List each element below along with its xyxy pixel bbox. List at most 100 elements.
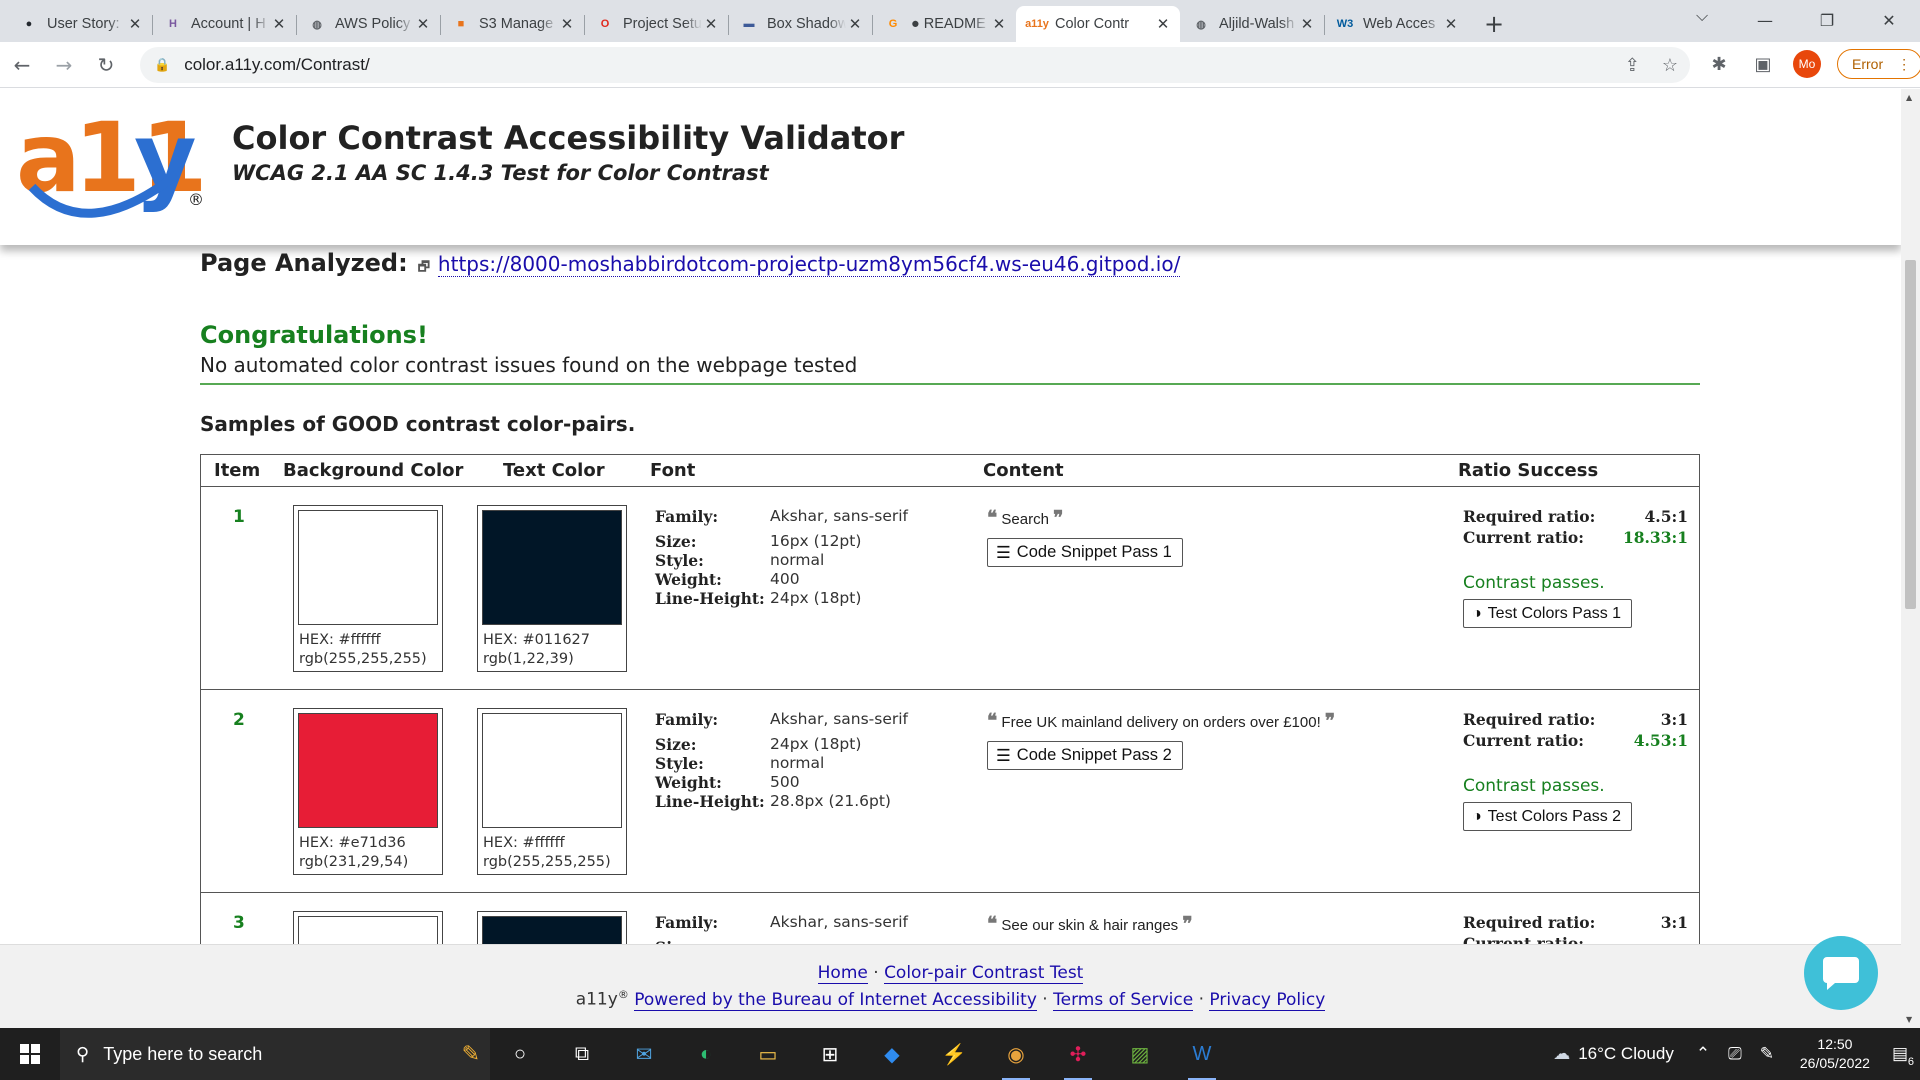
- footer-privacy-link[interactable]: Privacy Policy: [1209, 989, 1326, 1011]
- error-button[interactable]: Error ⋮: [1837, 49, 1920, 79]
- footer-home-link[interactable]: Home: [817, 963, 868, 984]
- browser-tab[interactable]: O Project Setu ✕: [584, 6, 728, 42]
- scroll-down-icon[interactable]: ▼: [1906, 1015, 1912, 1024]
- a11y-icon: a11y: [1025, 18, 1049, 30]
- mail-icon[interactable]: ✉: [624, 1036, 664, 1072]
- share-icon[interactable]: ⇪: [1625, 55, 1640, 76]
- browser-tab[interactable]: ● User Story: ✕: [8, 6, 152, 42]
- scroll-up-icon[interactable]: ▲: [1906, 93, 1912, 102]
- browser-tab[interactable]: ◍ AWS Policy ✕: [296, 6, 440, 42]
- close-tab-icon[interactable]: ✕: [126, 15, 144, 33]
- edge-icon[interactable]: ◐: [686, 1036, 726, 1072]
- browser-toolbar: ← → ↻ 🔒 color.a11y.com/Contrast/ ⇪ ☆ ✱ ▣…: [0, 42, 1920, 88]
- file-explorer-icon[interactable]: ▭: [748, 1036, 788, 1072]
- font-family-label: Family:: [655, 710, 719, 729]
- close-tab-icon[interactable]: ✕: [1154, 15, 1172, 33]
- content-sample: ❝ Free UK mainland delivery on orders ov…: [987, 710, 1335, 732]
- word-icon[interactable]: W: [1182, 1036, 1222, 1080]
- ms-store-icon[interactable]: ⊞: [810, 1036, 850, 1072]
- tray-chevron-icon[interactable]: ⌃: [1696, 1044, 1710, 1064]
- cortana-icon[interactable]: ○: [500, 1036, 540, 1072]
- test-colors-button[interactable]: ◑ Test Colors Pass 1: [1463, 599, 1633, 628]
- task-view-icon[interactable]: ⧉: [562, 1036, 602, 1072]
- address-bar[interactable]: 🔒 color.a11y.com/Contrast/ ⇪ ☆: [140, 47, 1690, 83]
- weather-text[interactable]: 16°C Cloudy: [1578, 1044, 1674, 1064]
- site-footer: Home · Color-pair Contrast Test a11y® Po…: [0, 944, 1901, 1028]
- close-tab-icon[interactable]: ✕: [558, 15, 576, 33]
- forward-icon[interactable]: →: [44, 45, 84, 85]
- code-snippet-button[interactable]: ☰ Code Snippet Pass 2: [987, 741, 1183, 770]
- footer-contrast-test-link[interactable]: Color-pair Contrast Test: [884, 963, 1084, 984]
- device-icon[interactable]: ⎚: [1728, 1044, 1742, 1064]
- text-swatch: [482, 510, 622, 625]
- browser-tab[interactable]: ◍ Aljild-Walsh ✕: [1180, 6, 1324, 42]
- close-tab-icon[interactable]: ✕: [270, 15, 288, 33]
- analyzed-url-link[interactable]: https://8000-moshabbirdotcom-projectp-uz…: [437, 252, 1181, 277]
- browser-tab[interactable]: ■ S3 Manage ✕: [440, 6, 584, 42]
- scrollbar-thumb[interactable]: [1905, 260, 1916, 609]
- col-font: Font: [650, 460, 696, 481]
- page-analyzed-label: Page Analyzed:: [200, 249, 408, 277]
- code-snippet-button[interactable]: ☰ Code Snippet Pass 1: [987, 538, 1183, 567]
- tab-title: Web Acces: [1363, 16, 1436, 32]
- browser-tab[interactable]: H Account | H ✕: [152, 6, 296, 42]
- col-text: Text Color: [503, 460, 605, 481]
- reload-icon[interactable]: ↻: [86, 45, 126, 85]
- back-icon[interactable]: ←: [2, 45, 42, 85]
- results-table: Item Background Color Text Color Font Co…: [200, 454, 1700, 1028]
- a11y-logo[interactable]: a 11 y ®: [16, 105, 206, 233]
- page-scrollbar[interactable]: ▲ ▼: [1901, 89, 1920, 1028]
- clock[interactable]: 12:50 26/05/2022: [1790, 1035, 1880, 1073]
- close-tab-icon[interactable]: ✕: [990, 15, 1008, 33]
- bookmark-star-icon[interactable]: ☆: [1662, 55, 1678, 76]
- text-hex: HEX: #011627: [483, 632, 590, 648]
- dropbox-icon[interactable]: ◆: [872, 1036, 912, 1072]
- extensions-puzzle-icon[interactable]: ✱: [1705, 49, 1733, 79]
- notifications-icon[interactable]: ▤ 6: [1892, 1044, 1914, 1068]
- minimize-icon[interactable]: —: [1734, 0, 1796, 40]
- cloudy-weather-icon: ☁: [1553, 1044, 1571, 1063]
- side-panel-icon[interactable]: ▣: [1749, 49, 1777, 79]
- slack-icon[interactable]: ✣: [1058, 1036, 1098, 1080]
- image-viewer-icon[interactable]: ▨: [1120, 1036, 1160, 1072]
- font-size-label: Size:: [655, 532, 697, 551]
- footer-terms-link[interactable]: Terms of Service: [1053, 989, 1194, 1011]
- lock-icon[interactable]: 🔒: [154, 57, 170, 73]
- browser-tab[interactable]: ▬ Box Shadow ✕: [728, 6, 872, 42]
- clock-date: 26/05/2022: [1799, 1055, 1870, 1071]
- background-hex: HEX: #e71d36: [299, 835, 406, 851]
- close-tab-icon[interactable]: ✕: [1298, 15, 1316, 33]
- close-window-icon[interactable]: ✕: [1858, 0, 1920, 40]
- new-tab-icon[interactable]: +: [1476, 6, 1512, 42]
- chat-widget-button[interactable]: [1804, 936, 1878, 1010]
- table-header: Item Background Color Text Color Font Co…: [201, 455, 1699, 487]
- browser-tab[interactable]: G ● README ✕: [872, 6, 1016, 42]
- footer-powered-link[interactable]: Powered by the Bureau of Internet Access…: [634, 989, 1037, 1011]
- required-ratio-value: 3:1: [1660, 913, 1688, 932]
- windows-start-icon[interactable]: [0, 1028, 60, 1080]
- footer-separator: ·: [873, 963, 879, 983]
- no-issues-message: No automated color contrast issues found…: [200, 353, 858, 377]
- profile-avatar[interactable]: Mo: [1793, 50, 1821, 78]
- font-family-label: Family:: [655, 507, 719, 526]
- table-row: 2 HEX: #e71d36 rgb(231,29,54) HEX: #ffffff r…: [201, 690, 1699, 893]
- browser-tab[interactable]: W3 Web Acces ✕: [1324, 6, 1468, 42]
- close-tab-icon[interactable]: ✕: [846, 15, 864, 33]
- font-family-label: Family:: [655, 913, 719, 932]
- code-snippet-label: Code Snippet Pass 1: [1016, 543, 1172, 561]
- close-tab-icon[interactable]: ✕: [1442, 15, 1460, 33]
- font-weight-value: 400: [770, 570, 800, 588]
- test-colors-label: Test Colors Pass 2: [1487, 807, 1622, 825]
- pen-icon[interactable]: ✎: [1760, 1044, 1774, 1064]
- vscode-icon[interactable]: ⚡: [934, 1036, 974, 1072]
- chat-bubble-icon: [1823, 957, 1859, 990]
- restore-icon[interactable]: ❐: [1796, 0, 1858, 40]
- close-tab-icon[interactable]: ✕: [702, 15, 720, 33]
- site-header: a 11 y ® Color Contrast Accessibility Va…: [0, 89, 1901, 245]
- browser-tab[interactable]: a11y Color Contr ✕: [1016, 6, 1180, 42]
- tab-search-chevron-icon[interactable]: ⌵: [1696, 6, 1708, 26]
- close-tab-icon[interactable]: ✕: [414, 15, 432, 33]
- test-colors-button[interactable]: ◑ Test Colors Pass 2: [1463, 802, 1633, 831]
- taskbar-search[interactable]: ⚲ Type here to search ✎: [60, 1028, 490, 1080]
- chrome-icon[interactable]: ◉: [996, 1036, 1036, 1080]
